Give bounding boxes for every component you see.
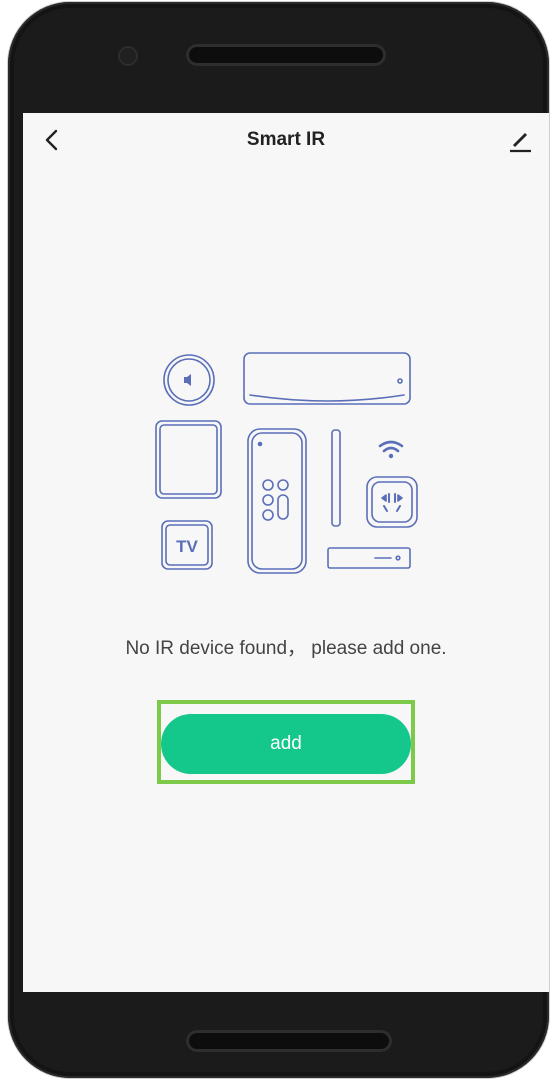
edit-button[interactable]: [505, 125, 535, 155]
slim-device-icon: [331, 429, 341, 527]
add-button[interactable]: add: [161, 714, 411, 774]
empty-state-message: No IR device found， please add one.: [125, 638, 447, 659]
front-camera: [118, 46, 138, 66]
earpiece-speaker: [186, 44, 386, 66]
set-top-box-icon: [327, 547, 411, 569]
air-conditioner-icon: [243, 352, 411, 405]
speaker-icon: [163, 354, 215, 406]
ir-devices-illustration: TV: [155, 352, 418, 574]
tv-label: TV: [176, 537, 198, 556]
wifi-icon: [378, 440, 404, 459]
bottom-speaker: [186, 1030, 392, 1052]
top-bar: Smart IR: [23, 113, 549, 169]
app-screen: Smart IR TV No IR device found， please a…: [23, 113, 549, 992]
tablet-icon: [155, 420, 222, 499]
remote-icon: [247, 428, 307, 574]
smart-plug-icon: [366, 476, 418, 528]
pencil-icon: [510, 133, 531, 153]
page-title: Smart IR: [246, 129, 326, 150]
